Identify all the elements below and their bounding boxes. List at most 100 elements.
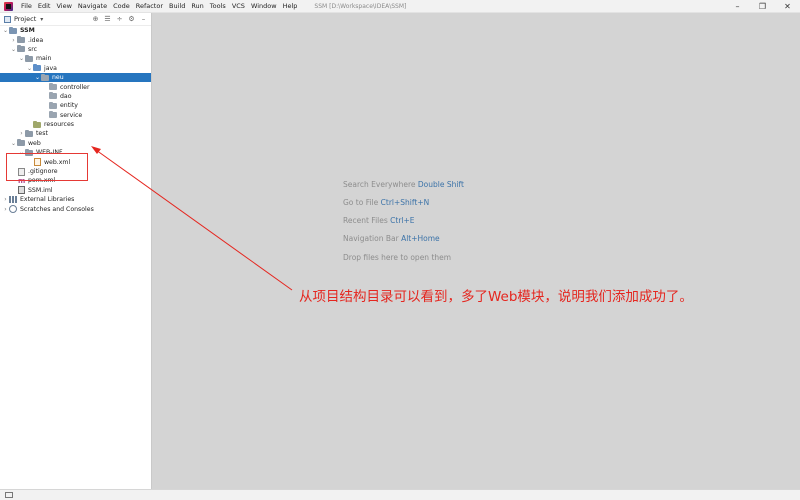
menu-navigate[interactable]: Navigate — [75, 2, 110, 10]
module-file-icon — [18, 186, 25, 195]
intellij-logo-icon — [4, 1, 13, 11]
tree-node-label: SSM — [20, 27, 35, 35]
scratches-icon — [9, 205, 17, 214]
tree-node-dao[interactable]: dao — [0, 92, 151, 101]
project-panel: Project ▾ ⊕ ☰ ÷ ⚙ – ⌄ SSM › .idea ⌄ src … — [0, 13, 152, 489]
tree-node-test[interactable]: › test — [0, 129, 151, 138]
editor-area[interactable]: Search Everywhere Double Shift Go to Fil… — [153, 13, 800, 489]
restore-button[interactable]: ❐ — [750, 0, 775, 13]
tree-node-ssm[interactable]: ⌄ SSM — [0, 26, 151, 35]
hint-navigation-bar: Navigation Bar Alt+Home — [343, 234, 440, 243]
chevron-down-icon[interactable]: ⌄ — [10, 140, 17, 147]
hint-go-to-file: Go to File Ctrl+Shift+N — [343, 198, 430, 207]
menu-view[interactable]: View — [53, 2, 74, 10]
chevron-down-icon[interactable]: ⌄ — [34, 74, 41, 81]
tree-node-src[interactable]: ⌄ src — [0, 45, 151, 54]
menu-refactor[interactable]: Refactor — [133, 2, 166, 10]
window-title: SSM [D:\Workspace\IDEA\SSM] — [314, 2, 407, 10]
web-folder-icon — [17, 139, 25, 147]
chevron-down-icon[interactable]: ▾ — [40, 16, 43, 23]
chevron-right-icon[interactable]: › — [10, 37, 17, 44]
tree-node-main[interactable]: ⌄ main — [0, 54, 151, 63]
library-icon — [9, 196, 17, 204]
folder-icon — [25, 129, 33, 137]
tree-node-controller[interactable]: controller — [0, 82, 151, 91]
annotation-text: 从项目结构目录可以看到，多了Web模块，说明我们添加成功了。 — [299, 289, 693, 305]
main-menu: File Edit View Navigate Code Refactor Bu… — [18, 2, 300, 10]
tree-node-neu[interactable]: ⌄ neu — [0, 72, 151, 83]
menu-vcs[interactable]: VCS — [229, 2, 248, 10]
package-icon — [41, 73, 49, 81]
tree-node-scratches[interactable]: › Scratches and Consoles — [0, 204, 151, 214]
project-panel-header: Project ▾ ⊕ ☰ ÷ ⚙ – — [0, 13, 151, 26]
project-panel-title[interactable]: Project — [14, 15, 36, 23]
tree-node-label: dao — [60, 92, 72, 100]
shortcut-key: Ctrl+E — [390, 216, 415, 225]
title-menu-bar: File Edit View Navigate Code Refactor Bu… — [0, 0, 800, 13]
folder-icon — [25, 54, 33, 62]
hide-panel-icon[interactable]: – — [139, 15, 148, 23]
status-bar — [0, 489, 800, 500]
annotation-highlight-box — [6, 153, 88, 181]
hint-drop-files: Drop files here to open them — [343, 253, 452, 262]
tree-node-service[interactable]: service — [0, 111, 151, 120]
package-icon — [49, 92, 57, 100]
menu-edit[interactable]: Edit — [35, 2, 54, 10]
close-button[interactable]: ✕ — [775, 0, 800, 13]
folder-icon — [17, 36, 25, 44]
tree-node-label: service — [60, 111, 83, 119]
menu-run[interactable]: Run — [188, 2, 206, 10]
menu-file[interactable]: File — [18, 2, 35, 10]
menu-tools[interactable]: Tools — [207, 2, 229, 10]
collapse-all-icon[interactable]: ÷ — [115, 15, 124, 23]
chevron-right-icon[interactable]: › — [2, 196, 9, 203]
hint-recent-files: Recent Files Ctrl+E — [343, 216, 415, 225]
tree-node-java[interactable]: ⌄ java — [0, 64, 151, 73]
chevron-down-icon[interactable]: ⌄ — [18, 55, 25, 62]
hint-search-everywhere: Search Everywhere Double Shift — [343, 180, 464, 189]
resources-folder-icon — [33, 120, 41, 128]
menu-help[interactable]: Help — [280, 2, 301, 10]
tree-node-label: SSM.iml — [28, 186, 53, 194]
tree-node-label: controller — [60, 83, 90, 91]
tree-node-label: web — [28, 139, 41, 147]
tree-node-label: main — [36, 55, 52, 63]
tree-node-label: test — [36, 130, 48, 138]
menu-build[interactable]: Build — [166, 2, 188, 10]
gear-icon[interactable]: ⚙ — [127, 15, 136, 23]
shortcut-key: Double Shift — [417, 180, 464, 189]
package-icon — [49, 83, 57, 91]
tree-node-external-libraries[interactable]: › External Libraries — [0, 195, 151, 204]
chevron-down-icon[interactable]: ⌄ — [10, 46, 17, 53]
tree-node-label: src — [28, 45, 38, 53]
tree-node-label: java — [44, 64, 57, 72]
locate-file-icon[interactable]: ⊕ — [91, 15, 100, 23]
expand-all-icon[interactable]: ☰ — [103, 15, 112, 23]
tree-node-resources[interactable]: resources — [0, 120, 151, 129]
tree-node-entity[interactable]: entity — [0, 101, 151, 110]
toggle-tool-windows-icon[interactable] — [5, 492, 13, 498]
tree-node-label: neu — [52, 74, 64, 82]
tree-node-label: Scratches and Consoles — [20, 205, 94, 213]
chevron-right-icon[interactable]: › — [2, 206, 9, 213]
package-icon — [49, 101, 57, 109]
menu-code[interactable]: Code — [110, 2, 133, 10]
tree-node-label: External Libraries — [20, 196, 75, 204]
tree-node-idea[interactable]: › .idea — [0, 35, 151, 44]
tree-node-label: .idea — [28, 36, 44, 44]
folder-icon — [17, 45, 25, 53]
window-controls: – ❐ ✕ — [725, 0, 800, 13]
menu-window[interactable]: Window — [248, 2, 280, 10]
panel-toolbar: ⊕ ☰ ÷ ⚙ – — [88, 15, 148, 23]
tree-node-iml[interactable]: SSM.iml — [0, 186, 151, 195]
tree-node-web[interactable]: ⌄ web — [0, 139, 151, 148]
package-icon — [49, 111, 57, 119]
shortcut-key: Ctrl+Shift+N — [380, 198, 430, 207]
chevron-right-icon[interactable]: › — [18, 130, 25, 137]
project-tree: ⌄ SSM › .idea ⌄ src ⌄ main ⌄ java ⌄ neu — [0, 26, 151, 214]
project-view-icon — [4, 15, 11, 23]
chevron-down-icon[interactable]: ⌄ — [2, 27, 9, 34]
chevron-down-icon[interactable]: ⌄ — [26, 65, 33, 72]
minimize-button[interactable]: – — [725, 0, 750, 13]
source-folder-icon — [33, 64, 41, 72]
